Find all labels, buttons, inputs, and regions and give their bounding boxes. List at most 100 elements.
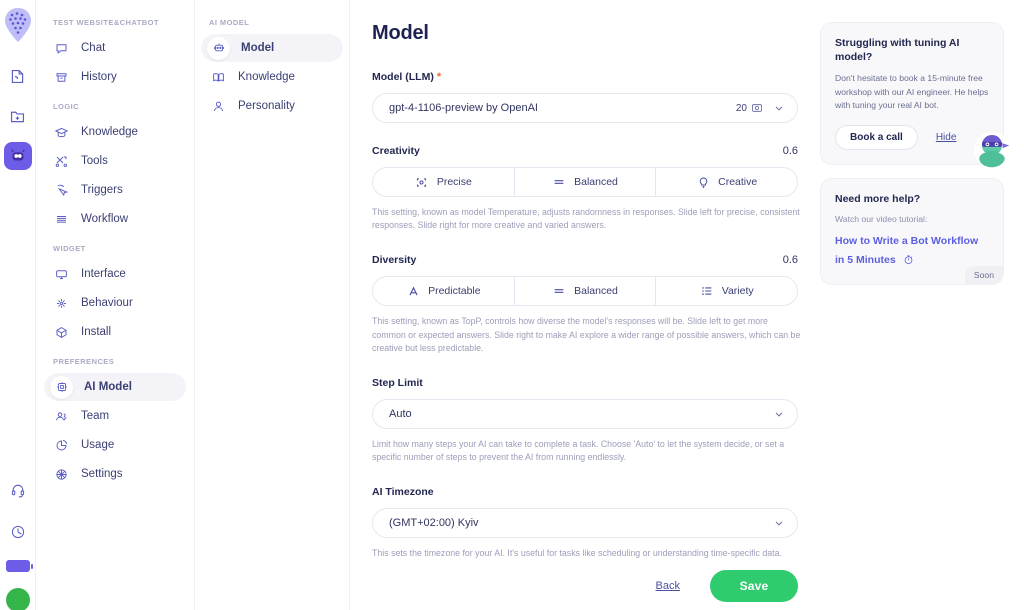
chevron-down-icon[interactable] <box>773 408 785 420</box>
section-nav: AI MODEL Model Knowledge Personality <box>195 0 350 610</box>
diversity-hint: This setting, known as TopP, controls ho… <box>372 316 801 353</box>
card-subtitle: Watch our video tutorial: <box>835 214 928 225</box>
book-a-call-button[interactable]: Book a call <box>835 125 918 151</box>
model-llm-value: gpt-4-1106-preview by OpenAI <box>389 102 538 114</box>
creativity-option-creative[interactable]: Creative <box>656 168 797 196</box>
new-folder-icon[interactable] <box>4 102 32 130</box>
sidebar-item-label: Interface <box>81 268 126 280</box>
subnav-item-label: Knowledge <box>238 71 295 83</box>
sidebar-item-label: Triggers <box>81 184 123 196</box>
chip-icon <box>53 379 70 396</box>
diversity-value: 0.6 <box>782 254 798 267</box>
step-limit-value: Auto <box>389 407 412 420</box>
step-limit-label: Step Limit <box>372 376 423 389</box>
headset-icon[interactable] <box>4 476 32 504</box>
avatar[interactable] <box>5 588 30 610</box>
person-icon <box>210 98 227 115</box>
field-step-limit: Step Limit Auto Limit how many steps you… <box>372 377 820 464</box>
subnav-item-personality[interactable]: Personality <box>201 92 343 120</box>
sidebar-item-behaviour[interactable]: Behaviour <box>44 289 186 317</box>
active-icon-badge <box>50 375 73 399</box>
clock-icon[interactable] <box>4 518 32 546</box>
sidebar-item-chat[interactable]: Chat <box>44 34 186 62</box>
subnav-item-model[interactable]: Model <box>201 34 343 62</box>
timezone-select[interactable]: (GMT+02:00) Kyiv <box>372 508 798 539</box>
nav-group-title: LOGIC <box>53 102 79 111</box>
step-limit-hint: Limit how many steps your AI can take to… <box>372 438 785 463</box>
equals-icon <box>552 284 566 298</box>
tools-icon <box>53 153 70 170</box>
list-icon <box>700 284 714 298</box>
field-diversity: Diversity 0.6 Predictable Balanced Varie… <box>372 254 820 355</box>
credit-cost-badge: 20 <box>736 102 763 114</box>
sidebar-item-history[interactable]: History <box>44 63 186 91</box>
field-ai-timezone: AI Timezone (GMT+02:00) Kyiv This sets t… <box>372 486 820 560</box>
card-video-help: Need more help? Watch our video tutorial… <box>820 178 1004 285</box>
chat-bubble-icon <box>53 40 70 57</box>
page-scrollbar[interactable] <box>1020 0 1023 610</box>
nav-group-preferences: PREFERENCES AI Model Team Usage Settings <box>36 357 194 488</box>
sidebar-item-tools[interactable]: Tools <box>44 147 186 175</box>
page-title: Model <box>372 22 429 44</box>
sidebar-item-settings[interactable]: Settings <box>44 460 186 488</box>
diversity-option-balanced[interactable]: Balanced <box>515 277 657 306</box>
field-model-llm: Model (LLM) * gpt-4-1106-preview by Open… <box>372 71 820 123</box>
diversity-option-label: Variety <box>721 285 754 298</box>
bot-avatar-icon[interactable] <box>3 142 32 170</box>
nav-group-logic: LOGIC Knowledge Tools Triggers Workflow <box>36 102 194 233</box>
required-asterisk: * <box>436 71 442 83</box>
creativity-value: 0.6 <box>782 145 798 157</box>
diversity-option-variety[interactable]: Variety <box>656 277 797 305</box>
nav-group-title: WIDGET <box>53 244 86 253</box>
ninja-bot-avatar[interactable] <box>972 130 1012 170</box>
sidebar-item-team[interactable]: Team <box>44 402 186 430</box>
sidebar-item-triggers[interactable]: Triggers <box>44 176 186 204</box>
creativity-option-precise[interactable]: Precise <box>373 168 515 196</box>
nav-group-test: TEST WEBSITE&CHATBOT Chat History <box>36 18 194 91</box>
model-llm-select[interactable]: gpt-4-1106-preview by OpenAI 20 <box>372 93 798 123</box>
card-actions: Book a call Hide <box>835 125 989 151</box>
templates-icon[interactable] <box>4 62 32 90</box>
lightbulb-icon <box>696 175 710 189</box>
back-button[interactable]: Back <box>650 576 686 596</box>
card-title: Need more help? <box>835 193 921 206</box>
sidebar-item-interface[interactable]: Interface <box>44 260 186 288</box>
layers-icon <box>53 211 70 228</box>
app-logo[interactable] <box>3 6 33 44</box>
sidebar-item-label: Behaviour <box>81 297 133 309</box>
timezone-label: AI Timezone <box>372 486 434 499</box>
chevron-down-icon[interactable] <box>773 517 785 529</box>
sidebar-item-ai-model[interactable]: AI Model <box>44 373 186 401</box>
sidebar-item-label: Workflow <box>81 213 129 225</box>
creativity-option-label: Precise <box>436 176 472 188</box>
nav-group-widget: WIDGET Interface Behaviour Install <box>36 244 194 346</box>
subnav-item-label: Personality <box>238 100 295 112</box>
save-button[interactable]: Save <box>710 570 798 602</box>
section-nav-title: AI MODEL <box>209 18 250 27</box>
sidebar-item-usage[interactable]: Usage <box>44 431 186 459</box>
step-limit-select[interactable]: Auto <box>372 398 798 429</box>
cube-icon <box>53 324 70 341</box>
nav-group-title: PREFERENCES <box>53 357 115 366</box>
primary-sidebar: TEST WEBSITE&CHATBOT Chat History LOGIC … <box>36 0 195 610</box>
main-panel: Model Model (LLM) * gpt-4-1106-preview b… <box>350 0 820 610</box>
timezone-hint: This sets the timezone for your AI. It's… <box>372 548 782 559</box>
chevron-down-icon[interactable] <box>773 102 785 114</box>
sidebar-item-knowledge[interactable]: Knowledge <box>44 118 186 146</box>
creativity-header: Creativity 0.6 <box>372 145 798 157</box>
focus-target-icon <box>415 175 429 189</box>
card-title: Struggling with tuning AI model? <box>835 37 960 64</box>
creativity-label: Creativity <box>372 145 420 157</box>
hide-card-link[interactable]: Hide <box>936 132 957 143</box>
creativity-option-balanced[interactable]: Balanced <box>515 168 657 196</box>
subnav-item-knowledge[interactable]: Knowledge <box>201 63 343 91</box>
sidebar-item-install[interactable]: Install <box>44 318 186 346</box>
sidebar-item-label: Knowledge <box>81 126 138 138</box>
sidebar-item-label: AI Model <box>84 381 132 393</box>
plan-badge[interactable] <box>5 560 33 572</box>
helper-column: Struggling with tuning AI model? Don't h… <box>820 0 1024 610</box>
app-window: TEST WEBSITE&CHATBOT Chat History LOGIC … <box>0 0 1024 610</box>
sidebar-item-workflow[interactable]: Workflow <box>44 205 186 233</box>
diversity-option-predictable[interactable]: Predictable <box>373 277 515 306</box>
credit-cost-value: 20 <box>735 102 747 114</box>
